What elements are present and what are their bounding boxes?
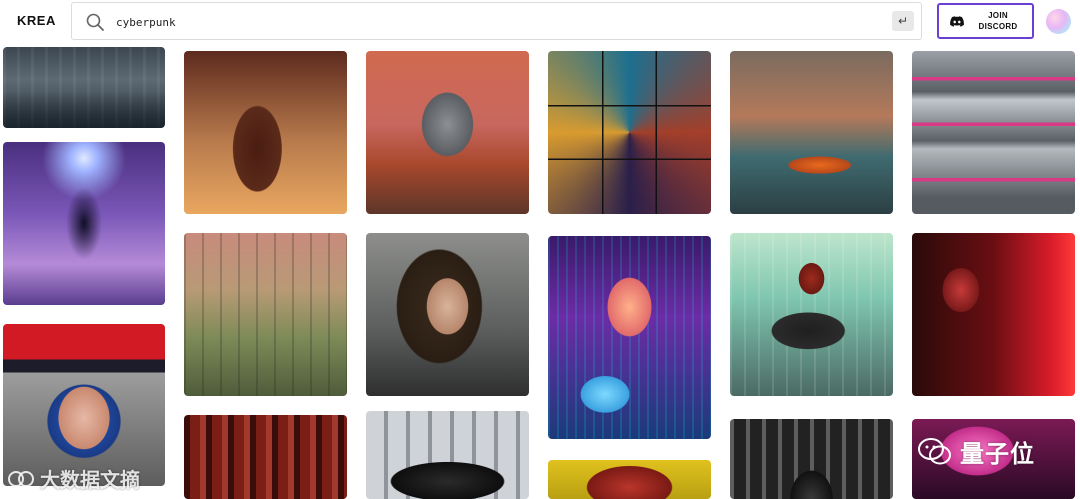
image-motorcycle-rider[interactable] bbox=[730, 233, 893, 396]
image-red-forest[interactable] bbox=[184, 415, 347, 499]
image-sports-car[interactable] bbox=[366, 411, 529, 499]
search-input[interactable] bbox=[116, 12, 876, 32]
image-industrial-structure[interactable] bbox=[184, 233, 347, 396]
watermark-left-text: 大数据文摘 bbox=[40, 470, 140, 492]
enter-button[interactable]: ↵ bbox=[892, 11, 914, 31]
wechat-icon bbox=[918, 437, 951, 464]
image-car-concepts[interactable] bbox=[912, 51, 1075, 214]
image-neon-android-woman[interactable] bbox=[3, 142, 165, 305]
discord-label: JOIN DISCORD bbox=[970, 10, 1026, 32]
image-lincoln-portrait[interactable] bbox=[3, 324, 165, 486]
image-cyberpunk-city-bridge[interactable] bbox=[3, 47, 165, 128]
krea-logo[interactable]: KREA bbox=[17, 13, 56, 28]
image-masked-warrior[interactable] bbox=[366, 51, 529, 214]
avatar[interactable] bbox=[1046, 9, 1071, 34]
image-tunnel-robot[interactable] bbox=[730, 419, 893, 499]
watermark-right: 量子位 bbox=[918, 434, 1035, 469]
image-glitch-face[interactable] bbox=[548, 236, 711, 439]
search-bar[interactable]: ↵ bbox=[71, 2, 922, 40]
image-anubis-warrior[interactable] bbox=[184, 51, 347, 214]
image-woman-portrait[interactable] bbox=[366, 233, 529, 396]
discord-label-line1: JOIN bbox=[988, 11, 1008, 20]
image-octopus[interactable] bbox=[548, 460, 711, 499]
image-rower-boat[interactable] bbox=[730, 51, 893, 214]
image-city-collage[interactable] bbox=[548, 51, 711, 214]
discord-icon bbox=[950, 15, 964, 27]
watermark-logo-icon bbox=[8, 470, 34, 487]
image-red-robot[interactable] bbox=[912, 233, 1075, 396]
search-icon bbox=[86, 13, 104, 31]
watermark-right-text: 量子位 bbox=[960, 441, 1035, 468]
join-discord-button[interactable]: JOIN DISCORD bbox=[937, 3, 1034, 39]
watermark-left: 大数据文摘 bbox=[8, 464, 140, 493]
discord-label-line2: DISCORD bbox=[978, 22, 1018, 31]
